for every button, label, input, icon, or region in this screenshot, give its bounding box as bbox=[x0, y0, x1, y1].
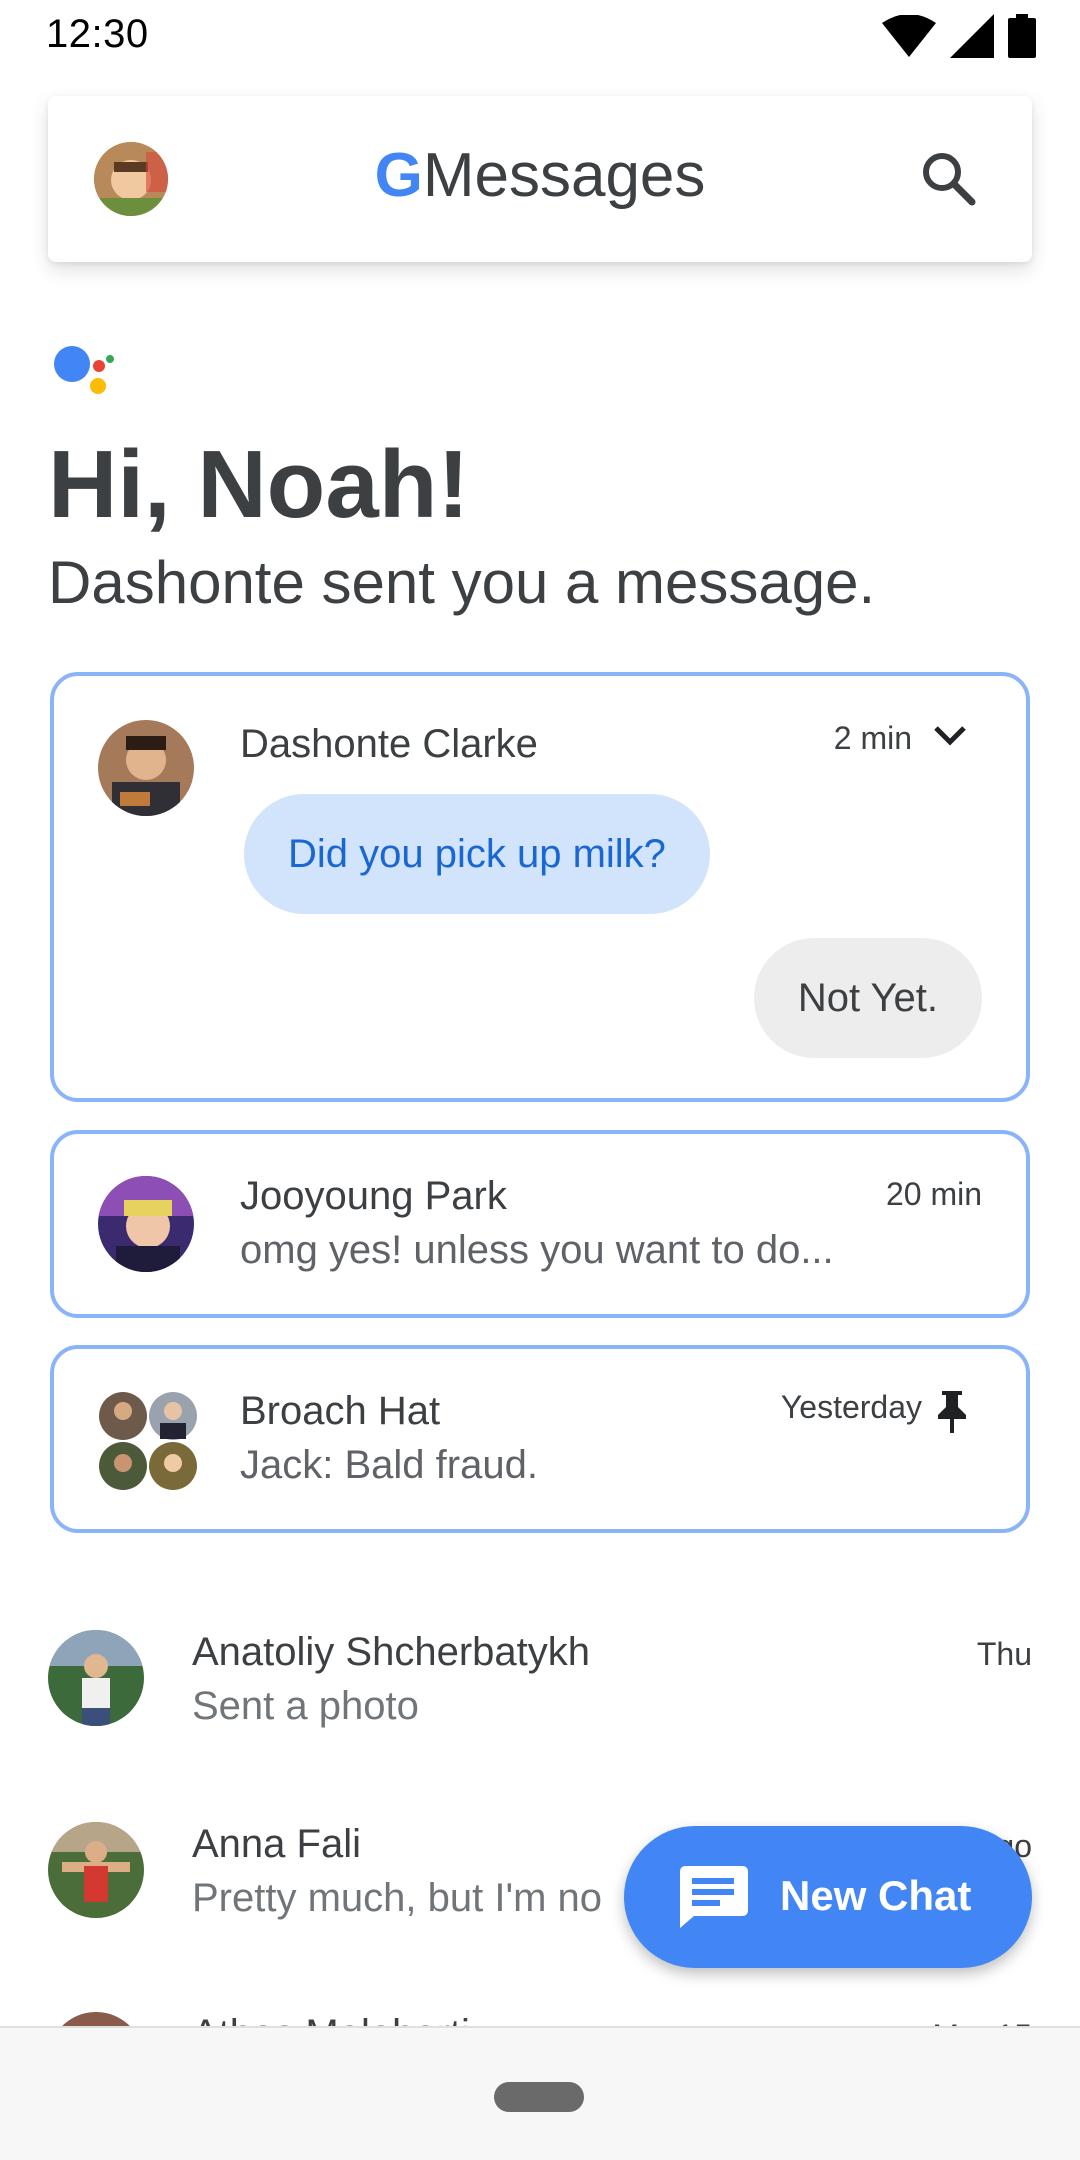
contact-name: Anna Fali bbox=[192, 1822, 361, 1866]
list-item[interactable]: Anatoliy Shcherbatykh Sent a photo Thu bbox=[0, 1630, 1080, 1770]
conversation-card[interactable]: Jooyoung Park omg yes! unless you want t… bbox=[50, 1130, 1030, 1318]
battery-icon bbox=[1008, 14, 1036, 58]
status-time: 12:30 bbox=[46, 12, 149, 56]
message-time: Thu bbox=[976, 1636, 1032, 1672]
status-bar: 12:30 bbox=[0, 0, 1080, 70]
message-snippet: Pretty much, but I'm no bbox=[192, 1876, 603, 1920]
contact-avatar bbox=[98, 720, 194, 816]
contact-name: Jooyoung Park bbox=[240, 1174, 507, 1218]
google-g-logo: G bbox=[374, 141, 423, 210]
message-time: Yesterday bbox=[780, 1389, 922, 1425]
status-icons bbox=[882, 14, 1036, 58]
contact-name: Dashonte Clarke bbox=[240, 722, 538, 766]
assistant-subtitle: Dashonte sent you a message. bbox=[48, 549, 876, 616]
conversation-card-expanded[interactable]: Dashonte Clarke 2 min Did you pick up mi… bbox=[50, 672, 1030, 1102]
contact-avatar bbox=[48, 1630, 144, 1726]
message-time: 2 min bbox=[833, 720, 912, 756]
message-snippet: Sent a photo bbox=[192, 1684, 419, 1728]
home-handle[interactable] bbox=[494, 2082, 584, 2112]
app-logo: GMessages bbox=[48, 140, 1032, 211]
cellular-signal-icon bbox=[950, 14, 994, 58]
message-snippet: omg yes! unless you want to do... bbox=[240, 1228, 834, 1272]
message-snippet: Jack: Bald fraud. bbox=[240, 1443, 538, 1487]
wifi-icon bbox=[882, 15, 936, 57]
message-time: 20 min bbox=[885, 1176, 982, 1212]
incoming-message-bubble: Did you pick up milk? bbox=[244, 794, 710, 914]
outgoing-message-bubble: Not Yet. bbox=[753, 938, 982, 1058]
group-avatar bbox=[98, 1391, 198, 1491]
new-chat-label: New Chat bbox=[780, 1872, 972, 1919]
contact-avatar bbox=[48, 1822, 144, 1918]
search-icon[interactable] bbox=[918, 148, 978, 208]
search-bar[interactable]: GMessages bbox=[48, 96, 1032, 262]
contact-name: Anatoliy Shcherbatykh bbox=[192, 1630, 591, 1674]
greeting: Hi, Noah! bbox=[48, 431, 470, 538]
chevron-down-icon[interactable] bbox=[930, 720, 970, 752]
group-name: Broach Hat bbox=[240, 1389, 441, 1433]
app-title: Messages bbox=[422, 141, 706, 210]
pin-icon bbox=[938, 1391, 966, 1433]
system-navigation-bar bbox=[0, 2026, 1080, 2160]
conversation-card-group[interactable]: Broach Hat Jack: Bald fraud. Yesterday bbox=[50, 1345, 1030, 1533]
chat-icon bbox=[680, 1866, 748, 1928]
contact-avatar bbox=[98, 1176, 194, 1272]
new-chat-button[interactable]: New Chat bbox=[624, 1826, 1032, 1968]
assistant-icon bbox=[54, 346, 114, 394]
